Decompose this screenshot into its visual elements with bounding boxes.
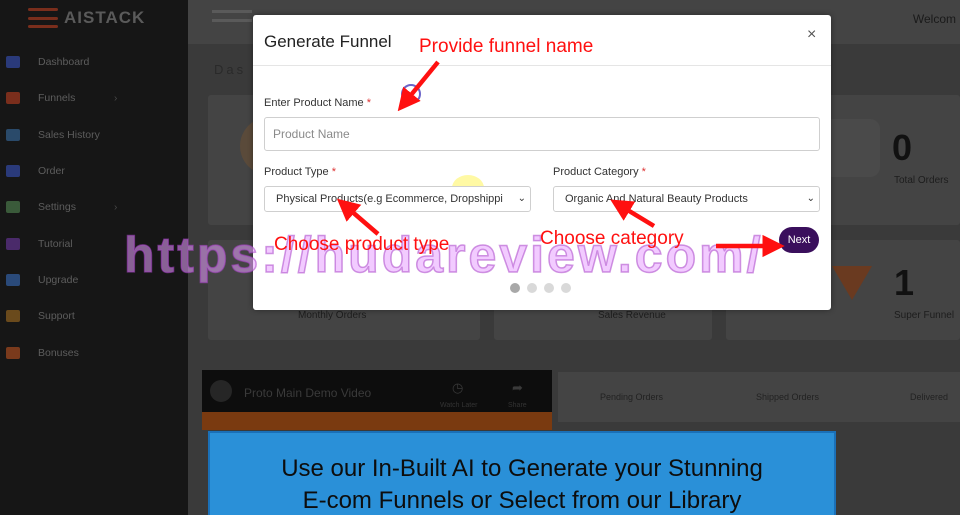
product-name-input[interactable] [264,117,820,151]
annotation-product-type: Choose product type [274,234,450,255]
upgrade-icon [6,273,20,286]
step-dot[interactable] [527,283,537,293]
annotation-category: Choose category [540,228,684,249]
stat-label: Monthly Orders [298,310,367,321]
chevron-down-icon: ⌄ [806,193,815,204]
product-category-value: Organic And Natural Beauty Products [565,193,748,205]
sidebar-item-label: Upgrade [38,273,79,286]
history-icon [6,128,20,141]
sidebar-item-bonuses[interactable]: Bonuses [0,334,188,370]
order-icon [6,165,20,178]
product-type-label: Product Type * [264,166,336,178]
channel-avatar [210,380,232,402]
chevron-right-icon: › [114,92,118,104]
stat-value: 0 [892,127,913,168]
watch-later-label: Watch Later [440,402,478,409]
stat-label: Super Funnel [894,310,955,321]
gear-icon [6,201,20,214]
chevron-down-icon: ⌄ [517,193,526,204]
modal-title: Generate Funnel [264,32,392,51]
step-dot-active[interactable] [510,283,520,293]
sidebar-item-label: Bonuses [38,346,79,359]
divider [253,65,831,66]
annotation-funnel-name: Provide funnel name [419,36,594,57]
cursor-indicator [401,84,421,104]
app-logo[interactable]: AISTACK [28,8,145,28]
sidebar-item-dashboard[interactable]: Dashboard [0,44,188,80]
step-dot[interactable] [561,283,571,293]
clock-icon[interactable]: ◷ [452,380,463,396]
page-title: Das [214,62,247,77]
product-category-label: Product Category * [553,166,646,178]
dashboard-icon [6,56,20,69]
chevron-right-icon: › [114,201,118,213]
tutorial-icon [6,237,20,250]
sidebar-item-label: Support [38,310,75,323]
support-icon [6,310,20,323]
step-indicator [510,283,571,293]
stat-label: Sales Revenue [598,310,666,321]
welcome-text: Welcom [912,12,956,26]
funnel-icon [832,266,872,300]
product-name-label: Enter Product Name * [264,97,371,109]
banner-line-1: Use our In-Built AI to Generate your Stu… [281,455,763,482]
stat-label: Total Orders [894,175,949,186]
sidebar-item-label: Settings [38,201,76,214]
sidebar-item-funnels[interactable]: Funnels › [0,80,188,116]
column-header: Pending Orders [600,392,664,402]
sidebar-item-sales-history[interactable]: Sales History [0,117,188,153]
video-title: Proto Main Demo Video [244,386,372,400]
share-label: Share [508,402,527,409]
promo-banner: Use our In-Built AI to Generate your Stu… [208,431,836,515]
column-header: Shipped Orders [756,392,820,402]
stat-value: 1 [894,262,915,303]
funnel-icon [6,92,20,105]
logo-mark-icon [28,8,58,28]
video-progress-bar[interactable] [202,412,552,430]
sidebar-item-label: Dashboard [38,56,90,69]
demo-video[interactable]: Proto Main Demo Video ◷ Watch Later ➦ Sh… [202,370,552,430]
next-button[interactable]: Next [779,227,819,253]
sidebar-item-order[interactable]: Order [0,153,188,189]
product-type-select[interactable]: Physical Products(e.g Ecommerce, Dropshi… [264,186,531,212]
sidebar-item-settings[interactable]: Settings › [0,189,188,225]
sidebar-item-support[interactable]: Support [0,298,188,334]
sidebar-item-label: Tutorial [38,237,73,250]
sidebar-nav: Dashboard Funnels › Sales History Order … [0,44,188,371]
orders-table-header: Pending Orders Shipped Orders Delivered [558,372,960,422]
share-icon[interactable]: ➦ [512,380,523,396]
logo-text: AISTACK [64,8,146,27]
product-category-select[interactable]: Organic And Natural Beauty Products ⌄ [553,186,820,212]
close-icon[interactable]: × [807,26,816,44]
column-header: Delivered [910,392,949,402]
banner-line-2: E-com Funnels or Select from our Library [302,487,742,514]
sidebar-item-label: Order [38,165,65,178]
step-dot[interactable] [544,283,554,293]
sidebar-item-label: Funnels [38,92,76,105]
breadcrumb [212,10,252,28]
product-type-value: Physical Products(e.g Ecommerce, Dropshi… [276,193,503,205]
gift-icon [6,346,20,359]
sidebar-item-label: Sales History [38,128,100,141]
